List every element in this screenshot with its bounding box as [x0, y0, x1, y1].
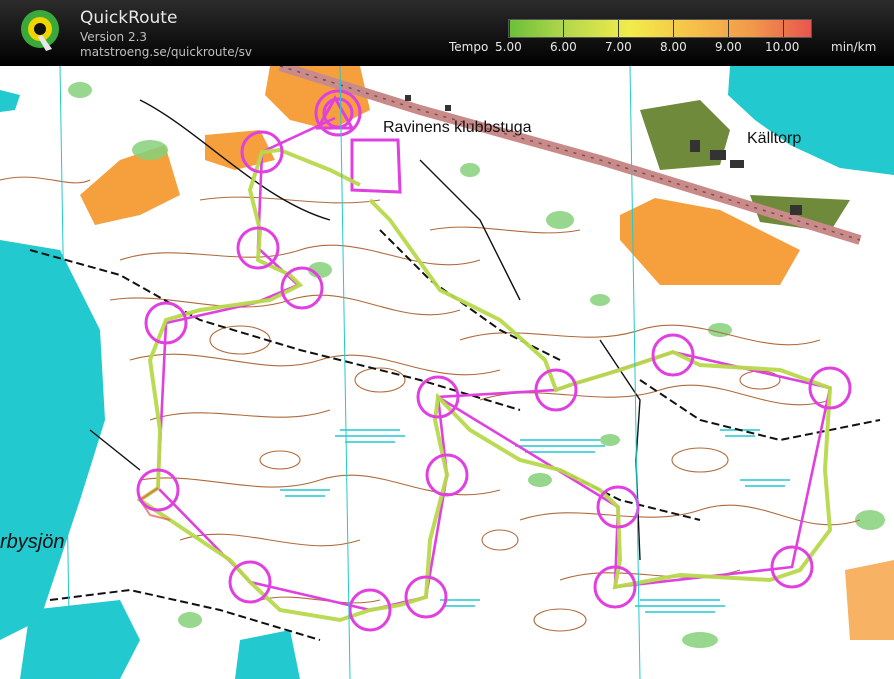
app-header: QuickRoute Version 2.3 matstroeng.se/qui…: [0, 0, 894, 66]
map-canvas: [0, 66, 894, 679]
lake-west: [0, 240, 105, 640]
map-label-kalltorp: Källtorp: [747, 130, 802, 147]
app-url[interactable]: matstroeng.se/quickroute/sv: [80, 45, 252, 59]
app-title: QuickRoute: [80, 8, 178, 28]
tempo-unit: min/km: [831, 40, 877, 54]
lake-south: [20, 600, 140, 679]
lake-north: [0, 90, 20, 112]
open-land-east: [845, 560, 894, 640]
open-land-west: [80, 145, 180, 225]
tempo-label: Tempo: [449, 40, 489, 54]
tempo-tick: 7.00: [605, 40, 632, 54]
map-label-lake: rbysjön: [0, 531, 65, 553]
tempo-tick: 6.00: [550, 40, 577, 54]
tempo-tick: 5.00: [495, 40, 522, 54]
orienteering-map[interactable]: Ravinens klubbstuga Källtorp rbysjön: [0, 66, 894, 679]
map-label-clubhouse: Ravinens klubbstuga: [383, 119, 532, 136]
small-trails: [89, 99, 641, 561]
app-version: Version 2.3: [80, 30, 148, 44]
lake-northeast: [728, 66, 894, 175]
pond-south: [235, 630, 300, 679]
quickroute-logo-icon: [21, 10, 59, 51]
buildings: [405, 95, 802, 215]
tempo-tick: 10.00: [765, 40, 800, 54]
tempo-tick: 8.00: [660, 40, 687, 54]
tempo-tick: 9.00: [715, 40, 742, 54]
tempo-color-scale: [508, 19, 812, 38]
vegetation: [68, 82, 885, 648]
